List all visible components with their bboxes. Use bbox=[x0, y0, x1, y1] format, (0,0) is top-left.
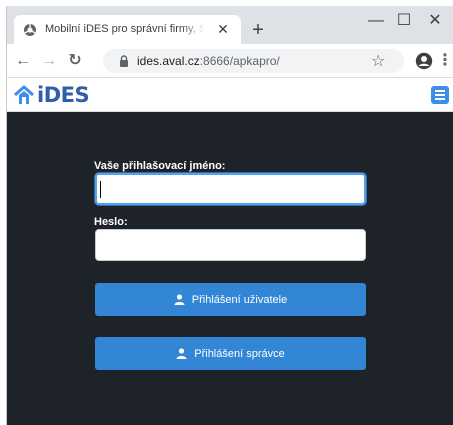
address-bar[interactable]: ides.aval.cz:8666/apkapro/ ☆ bbox=[103, 49, 404, 73]
new-tab-button[interactable]: + bbox=[247, 19, 269, 41]
password-input[interactable] bbox=[95, 229, 366, 261]
browser-tab[interactable]: Mobilní iDES pro správní firmy, S ✕ bbox=[14, 15, 241, 44]
url-path: :8666/apkapro/ bbox=[199, 54, 280, 68]
user-login-label: Přihlášení uživatele bbox=[191, 293, 288, 306]
ides-logo[interactable]: iDES bbox=[13, 83, 90, 107]
close-window-button[interactable]: ✕ bbox=[425, 11, 445, 31]
forward-button[interactable]: → bbox=[39, 51, 59, 71]
hamburger-icon[interactable] bbox=[431, 86, 449, 104]
admin-login-button[interactable]: Přihlášení správce bbox=[95, 337, 366, 370]
reload-button[interactable]: ↻ bbox=[65, 51, 85, 71]
username-input[interactable] bbox=[95, 173, 366, 205]
tab-title: Mobilní iDES pro správní firmy, S bbox=[45, 23, 205, 35]
globe-icon bbox=[24, 24, 36, 36]
lock-icon bbox=[120, 55, 128, 67]
username-label: Vaše přihlašovací jméno: bbox=[94, 160, 226, 172]
home-icon bbox=[14, 85, 34, 104]
admin-login-label: Přihlášení správce bbox=[194, 347, 285, 360]
app-header: iDES bbox=[7, 78, 453, 112]
star-icon[interactable]: ☆ bbox=[371, 51, 385, 71]
logo-text: iDES bbox=[37, 83, 90, 107]
user-icon bbox=[174, 294, 185, 305]
user-icon bbox=[176, 348, 187, 359]
text-caret bbox=[100, 181, 101, 198]
minimize-button[interactable]: — bbox=[366, 11, 386, 31]
back-button[interactable]: ← bbox=[13, 51, 33, 71]
browser-window: Mobilní iDES pro správní firmy, S ✕ + — … bbox=[6, 6, 453, 425]
maximize-button[interactable]: ☐ bbox=[394, 11, 414, 31]
tab-strip: Mobilní iDES pro správní firmy, S ✕ + — … bbox=[7, 6, 453, 44]
close-tab-icon[interactable]: ✕ bbox=[215, 21, 231, 37]
chrome-menu-icon[interactable]: ⋮ bbox=[437, 51, 453, 71]
user-login-button[interactable]: Přihlášení uživatele bbox=[95, 283, 366, 316]
profile-icon[interactable] bbox=[415, 52, 433, 70]
password-label: Heslo: bbox=[94, 216, 128, 228]
browser-toolbar: ← → ↻ ides.aval.cz:8666/apkapro/ ☆ ⋮ bbox=[7, 44, 453, 78]
url-text: ides.aval.cz:8666/apkapro/ bbox=[137, 54, 280, 68]
url-host: ides.aval.cz bbox=[137, 54, 200, 68]
